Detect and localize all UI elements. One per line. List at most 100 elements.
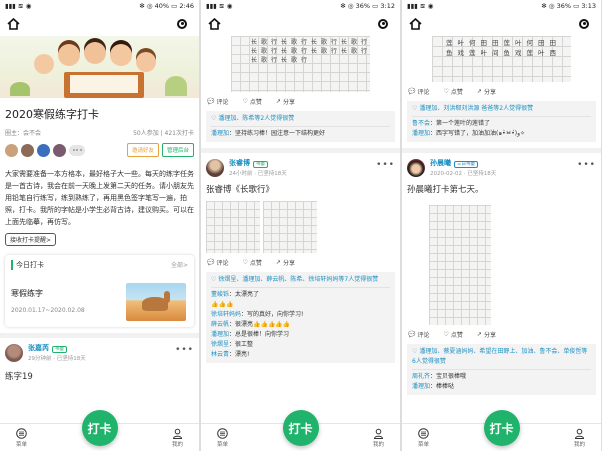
tab-menu[interactable]: 菜单 [16,427,27,448]
post-author[interactable]: 张睿博 [229,159,250,167]
likes-line: ♡ 潘理加、刘洪郗刘洪源 爸爸等2人觉得很赞 [412,104,591,117]
like-button[interactable]: ♡ 点赞 [243,258,262,267]
tab-mine[interactable]: 我的 [574,428,585,448]
comment-item: 潘理加：西字写错了，加油加油(๑•̀ㅂ•́)و✧ [412,130,526,137]
battery-level: 36% [556,1,572,10]
more-icon[interactable]: ••• [175,345,194,355]
circle-banner [0,36,199,98]
tab-mine[interactable]: 我的 [172,428,183,448]
today-checkin-card[interactable]: 今日打卡 全部> 寒假练字 2020.01.17~2020.02.08 [5,255,194,327]
top-nav [402,11,601,36]
post-card: 孙晨曦 三日书童 2020-02-02 · 已坚持18天 ••• 孙晨曦打卡第七天… [402,153,601,325]
today-label: 今日打卡 [16,261,44,269]
banner-kid [58,44,80,66]
share-button[interactable]: ↗ 分享 [477,87,496,96]
share-button[interactable]: ↗ 分享 [477,330,496,339]
post-actions: 💬 评论 ♡ 点赞 ↗ 分享 [201,92,400,111]
comment-box: ♡ 潘理加、蔡夏涵妈妈、希望在田野上、加油、鲁不会、单俊哲等6人觉得很赞 周礼齐：… [407,344,596,395]
comment-item: 林云青：漂亮! [211,351,250,358]
more-icon[interactable]: ••• [376,160,395,170]
miniprogram-close-icon[interactable] [373,14,393,34]
miniprogram-close-icon[interactable] [172,14,192,34]
avatar[interactable] [37,143,50,157]
like-button[interactable]: ♡ 点赞 [444,87,463,96]
clock: 2:46 [179,1,194,10]
checkin-button[interactable]: 打卡 [483,410,520,446]
comment-item: 徐培轩妈妈：写的真好，向你学习! [211,311,304,318]
comment-button[interactable]: 💬 评论 [207,97,229,106]
post-actions: 💬 评论 ♡ 点赞 ↗ 分享 [402,325,601,344]
post-images [206,201,395,253]
status-bar: ▮▮▮ ≋ ◉ ✻ ◎ 36% ▭ 3:12 [206,1,395,10]
comment-box: ♡ 徐熠呈、潘理加、薛云帆、陈希、徐培轩妈妈等7人觉得很赞 董峻铄：太漂亮了 👍👍… [206,272,395,363]
post-image[interactable] [429,205,491,325]
comment-button[interactable]: 💬 评论 [207,258,229,267]
banner-kid [34,54,54,74]
avatar[interactable] [5,343,23,362]
admin-backend-button[interactable]: 管理后台 [161,143,194,157]
status-bar: ▮▮▮ ≋ ◉ ✻ ◎ 36% ▭ 3:13 [407,1,596,10]
circle-title: 2020寒假练字打卡 [5,108,99,121]
comment-box: ♡ 潘理加、刘洪郗刘洪源 爸爸等2人觉得很赞 鲁不会：第一个莲叶的莲错了 潘理加：… [407,101,596,142]
tab-menu[interactable]: 菜单 [418,427,429,448]
tab-mine[interactable]: 我的 [373,428,384,448]
avatar[interactable] [407,158,425,177]
post-text: 张睿博《长歌行》 [206,185,275,195]
comment-button[interactable]: 💬 评论 [408,330,430,339]
screen-feed-2: ▮▮▮ ≋ ◉ ✻ ◎ 36% ▭ 3:12 长歌行长歌行长歌行长歌行长歌行长歌… [201,0,400,451]
level-badge: 三日书童 [454,161,478,168]
banner-plant [165,76,187,96]
battery-time: ✻ ◎ 40% ▭ 2:46 [139,1,194,10]
screen-feed-3: ▮▮▮ ≋ ◉ ✻ ◎ 36% ▭ 3:13 莲叶何田田莲叶何田田鱼戏莲叶间鱼戏… [402,0,601,451]
banner-plant [10,82,30,96]
likes-line: ♡ 潘理加、蔡夏涵妈妈、希望在田野上、加油、鲁不会、单俊哲等6人觉得很赞 [412,347,591,370]
share-button[interactable]: ↗ 分享 [276,97,295,106]
miniprogram-close-icon[interactable] [574,14,594,34]
comment-item: 潘理加：坚持练习棒！园注意一下结构更好 [211,130,326,137]
more-icon[interactable]: ••• [577,160,596,170]
avatar[interactable] [5,143,18,157]
comment-item: 周礼齐：宝贝很棒哦 [412,373,467,380]
all-link[interactable]: 全部> [171,260,188,270]
home-icon[interactable] [208,17,221,30]
comment-button[interactable]: 💬 评论 [408,87,430,96]
tab-menu[interactable]: 菜单 [217,427,228,448]
circle-description: 大家需要准备一本方格本，最好格子大一些。每天的练字任务是一首古诗，我会在前一天晚… [5,170,194,226]
comment-item: 徐熠呈：很工整 [211,341,254,348]
screen-circle-home: ▮▮▮ ≋ ◉ ✻ ◎ 40% ▭ 2:46 2020寒假练字打卡 圈主：会不会… [0,0,199,451]
invite-friends-button[interactable]: 邀请好友 [126,143,159,157]
like-button[interactable]: ♡ 点赞 [243,97,262,106]
share-button[interactable]: ↗ 分享 [276,258,295,267]
post-author[interactable]: 孙晨曦 [430,159,451,167]
home-icon[interactable] [7,17,20,30]
checkin-button[interactable]: 打卡 [282,410,319,446]
post-author[interactable]: 张嘉芮 [28,344,49,352]
receive-reminder-button[interactable]: 接收打卡提醒> [5,233,57,246]
circle-meta: 圈主：会不会 50人参加 | 421次打卡 [0,124,199,141]
comment-item: 潘理加：总是很棒！向你学习 [211,331,290,338]
circle-stats: 50人参加 | 421次打卡 [133,130,194,137]
post-text: 孙晨曦打卡第七天。 [407,185,484,195]
post-actions: 💬 评论 ♡ 点赞 ↗ 分享 [402,82,601,101]
checkin-button[interactable]: 打卡 [81,410,118,446]
post-time: 2020-02-02 · 已坚持18天 [430,171,497,177]
home-icon[interactable] [409,17,422,30]
avatar[interactable] [21,143,34,157]
post-image[interactable] [263,201,317,253]
post-time: 24小时前 · 已坚持18天 [229,171,287,177]
post-card: 张睿博 书童 24小时前 · 已坚持18天 ••• 张睿博《长歌行》 [201,153,400,253]
comment-item: 薛云帆：很漂亮👍👍👍👍👍 [211,321,291,328]
post-time: 29分钟前 · 已坚持18天 [28,356,86,362]
avatar[interactable] [53,143,66,157]
likes-line: ♡ 徐熠呈、潘理加、薛云帆、陈希、徐培轩妈妈等7人觉得很赞 [211,275,390,288]
comment-item: 潘理加：棒棒哒 [412,383,455,390]
avatar[interactable] [206,158,224,177]
like-button[interactable]: ♡ 点赞 [444,330,463,339]
comment-item: 董峻铄：太漂亮了 [211,291,260,298]
more-members-icon[interactable] [69,144,85,156]
handwriting-photo[interactable]: 长歌行长歌行长歌行长歌行长歌行长歌行长歌行长歌行长歌行长歌行 [231,36,370,92]
clock: 3:12 [380,1,395,10]
top-nav [201,11,400,36]
post-image[interactable] [206,201,260,253]
handwriting-photo[interactable]: 莲叶何田田莲叶何田田鱼戏莲叶间鱼戏莲叶西 [432,36,571,82]
